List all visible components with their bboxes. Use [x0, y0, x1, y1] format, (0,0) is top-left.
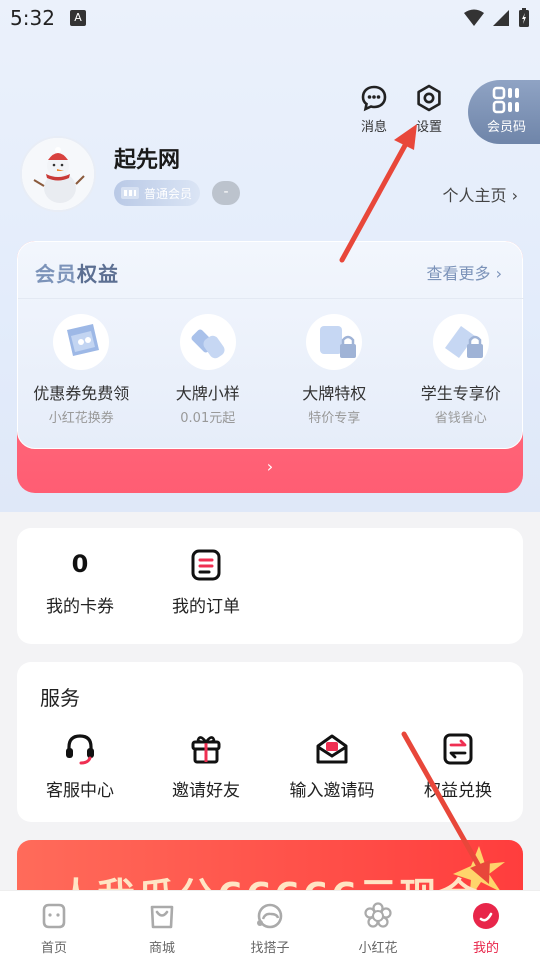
service-invite-friends[interactable]: 邀请好友 [151, 732, 261, 801]
benefits-list: 优惠券免费领 小红花换券 大牌小样 0.01元起 大牌特权 特价专享 学生专享价… [18, 312, 524, 426]
messages-label: 消息 [360, 120, 387, 135]
exchange-icon [443, 733, 473, 765]
avatar[interactable] [20, 136, 96, 212]
orders-icon-wrap [151, 546, 261, 582]
tab-little-flower[interactable]: 小红花 [324, 891, 432, 960]
member-level-label: 普通会员 [144, 186, 193, 201]
benefits-title: 会员权益 [35, 258, 119, 287]
benefits-panel: 会员权益 查看更多 › 优惠券免费领 小红花换券 大牌小样 0.01元起 大牌特… [17, 241, 524, 449]
my-orders-button[interactable]: 我的订单 [151, 546, 261, 617]
benefit-label: 大牌小样 [175, 384, 240, 403]
home-face-icon [42, 903, 66, 929]
services-card: 服务 客服中心 邀请好友 输入邀请码 权益兑换 [17, 662, 523, 822]
member-level-badge[interactable]: 普通会员 [114, 180, 201, 206]
tab-label: 找搭子 [250, 941, 290, 956]
service-label: 邀请好友 [172, 781, 240, 801]
partner-chat-icon [257, 903, 283, 929]
mine-active-icon [473, 903, 499, 929]
benefit-label: 学生专享价 [420, 384, 501, 403]
gear-icon [417, 84, 441, 112]
status-time: 5:32 [10, 6, 55, 30]
service-benefit-exchange[interactable]: 权益兑换 [403, 732, 513, 801]
services-title: 服务 [40, 686, 80, 710]
gift-icon [191, 736, 221, 764]
benefit-sub: 省钱省心 [434, 411, 487, 426]
benefits-title-b: 权益 [77, 262, 119, 286]
headset-icon [66, 734, 94, 765]
messages-button[interactable]: 消息 [356, 84, 392, 135]
service-customer-center[interactable]: 客服中心 [25, 732, 135, 801]
tab-label: 首页 [40, 941, 67, 956]
status-bar: 5:32 A [0, 0, 540, 40]
benefit-item-samples[interactable]: 大牌小样 0.01元起 [145, 312, 272, 426]
member-benefits-card: 会员权益 查看更多 › 优惠券免费领 小红花换券 大牌小样 0.01元起 大牌特… [17, 241, 524, 493]
envelope-icon [316, 734, 348, 764]
tab-mall[interactable]: 商城 [108, 891, 216, 960]
shopping-bag-icon [150, 905, 174, 929]
bottom-tab-bar: 首页 商城 找搭子 小红花 我的 [0, 890, 540, 960]
benefits-see-more-link[interactable]: 查看更多 › [427, 260, 503, 284]
orders-label: 我的订单 [172, 597, 240, 617]
my-assets-card: 0 我的卡券 我的订单 [17, 528, 523, 644]
status-icons [464, 8, 530, 28]
benefits-expand-arrow[interactable]: › [17, 457, 523, 476]
benefit-sub: 小红花换券 [48, 411, 114, 426]
service-label: 输入邀请码 [289, 781, 375, 801]
locked-brand-icon [306, 314, 363, 370]
service-label: 客服中心 [46, 781, 114, 801]
tab-label: 商城 [148, 941, 175, 956]
sample-bottle-icon [179, 314, 236, 370]
benefit-label: 优惠券免费领 [33, 384, 130, 403]
benefit-sub: 0.01元起 [180, 411, 236, 426]
order-list-icon [191, 549, 221, 581]
benefit-item-student-price[interactable]: 学生专享价 省钱省心 [398, 312, 525, 426]
benefit-sub: 特价专享 [308, 411, 361, 426]
chat-bubble-icon [361, 85, 387, 112]
extra-tag[interactable]: - [212, 181, 240, 205]
benefits-divider [18, 298, 524, 299]
benefit-label: 大牌特权 [302, 384, 367, 403]
service-label: 权益兑换 [424, 781, 492, 801]
member-code-button[interactable]: 会员码 [468, 80, 540, 144]
member-code-label: 会员码 [487, 120, 527, 135]
notification-a-icon: A [70, 10, 86, 26]
snowman-avatar-icon [22, 138, 94, 210]
locked-student-icon [432, 314, 489, 370]
settings-button[interactable]: 设置 [410, 84, 448, 135]
coupons-count: 0 [71, 550, 89, 578]
signal-icon [493, 10, 509, 26]
qr-grid-icon [492, 86, 519, 114]
tab-label: 我的 [472, 941, 499, 956]
wifi-icon [464, 9, 484, 26]
personal-homepage-link[interactable]: 个人主页 › [443, 182, 519, 206]
tab-find-partner[interactable]: 找搭子 [216, 891, 324, 960]
benefit-item-coupons[interactable]: 优惠券免费领 小红花换券 [18, 312, 145, 426]
benefit-item-brand-privilege[interactable]: 大牌特权 特价专享 [271, 312, 398, 426]
coupon-icon [53, 314, 110, 370]
username: 起先网 [114, 148, 181, 173]
tab-label: 小红花 [358, 941, 398, 956]
my-coupons-button[interactable]: 0 我的卡券 [25, 546, 135, 617]
flower-icon [364, 902, 392, 928]
battery-icon [519, 8, 529, 27]
coupons-label: 我的卡券 [46, 597, 114, 617]
tab-home[interactable]: 首页 [0, 891, 108, 960]
member-card-icon [121, 187, 139, 199]
benefits-title-a: 会员 [35, 262, 77, 286]
settings-label: 设置 [415, 120, 442, 135]
service-enter-invite-code[interactable]: 输入邀请码 [277, 732, 387, 801]
tab-mine[interactable]: 我的 [432, 891, 540, 960]
